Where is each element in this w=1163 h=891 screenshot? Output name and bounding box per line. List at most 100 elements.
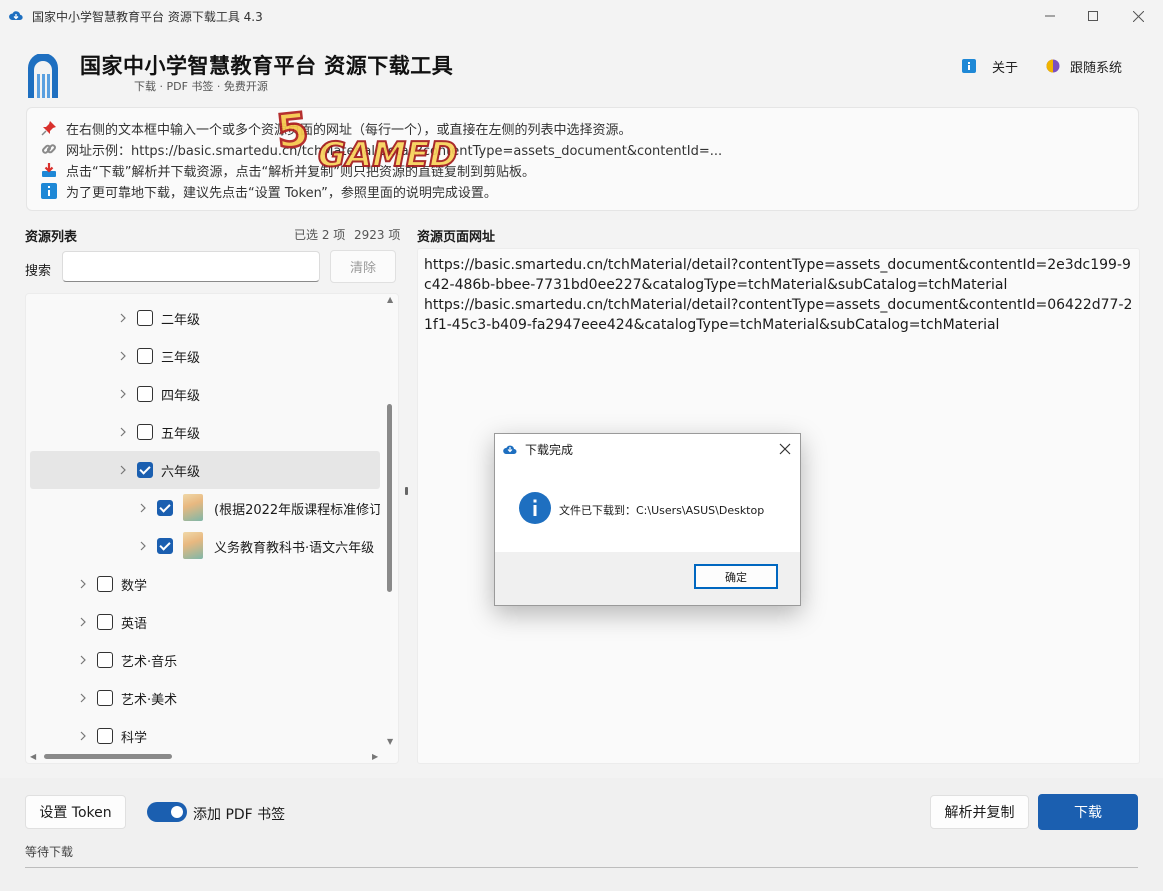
minimize-button[interactable]	[1027, 0, 1073, 32]
tree-item[interactable]: 二年级	[30, 299, 380, 337]
checkbox[interactable]	[97, 576, 113, 592]
chevron-right-icon[interactable]	[138, 539, 148, 553]
tree-item-label: 数学	[121, 579, 148, 594]
checkbox[interactable]	[137, 424, 153, 440]
checkbox[interactable]	[97, 652, 113, 668]
watermark-logo: 5 GAMED	[273, 104, 459, 176]
tree-item[interactable]: 科学	[30, 717, 380, 755]
checkbox[interactable]	[97, 728, 113, 744]
tree-item-label: 艺术·音乐	[121, 655, 178, 670]
tree-item[interactable]: 艺术·美术	[30, 679, 380, 717]
status-text: 等待下载	[25, 845, 74, 859]
about-label: 关于	[992, 60, 1019, 76]
tree-item[interactable]: 四年级	[30, 375, 380, 413]
checkbox[interactable]	[137, 310, 153, 326]
info-icon	[41, 183, 57, 199]
book-cover-thumbnail	[183, 494, 203, 521]
ok-button[interactable]: 确定	[694, 564, 778, 589]
chevron-right-icon[interactable]	[78, 653, 88, 667]
maximize-button[interactable]	[1070, 0, 1116, 32]
pin-icon	[41, 120, 57, 136]
tree-item-label: 艺术·美术	[121, 693, 178, 708]
tree-item[interactable]: 英语	[30, 603, 380, 641]
theme-icon	[1046, 59, 1060, 73]
close-icon[interactable]	[776, 440, 794, 458]
progress-bar	[25, 867, 1138, 868]
checkbox[interactable]	[97, 614, 113, 630]
download-icon	[41, 162, 57, 178]
download-complete-dialog: 下载完成 文件已下载到：C:\Users\ASUS\Desktop 确定	[494, 433, 801, 606]
tree-item-label: 六年级	[161, 465, 201, 480]
tree-item-label: 英语	[121, 617, 148, 632]
info-icon	[519, 492, 551, 524]
checkbox[interactable]	[157, 500, 173, 516]
tree-item-label: 二年级	[161, 313, 201, 328]
about-button[interactable]: 关于	[962, 54, 1018, 78]
chevron-right-icon[interactable]	[118, 387, 128, 401]
tree-item-label: 五年级	[161, 427, 201, 442]
tree-item-label: 三年级	[161, 351, 201, 366]
tree-item-label: (根据2022年版课程标准修订)	[214, 503, 380, 518]
url-text: https://basic.smartedu.cn/tchMaterial/de…	[424, 257, 1133, 333]
instructions-panel: 在右侧的文本框中输入一个或多个资源页面的网址（每行一个），或直接在左侧的列表中选…	[26, 107, 1139, 211]
theme-label: 跟随系统	[1070, 60, 1123, 76]
minimize-icon	[1045, 15, 1055, 17]
svg-text:5: 5	[274, 104, 311, 159]
book-cover-thumbnail	[183, 532, 203, 559]
set-token-button[interactable]: 设置 Token	[25, 795, 126, 829]
resource-list-title: 资源列表	[25, 230, 78, 245]
app-title: 国家中小学智慧教育平台 资源下载工具	[80, 54, 454, 78]
title-bar: 国家中小学智慧教育平台 资源下载工具 4.3	[0, 0, 1163, 32]
checkbox[interactable]	[137, 348, 153, 364]
checkbox[interactable]	[157, 538, 173, 554]
chevron-right-icon[interactable]	[78, 691, 88, 705]
checkbox[interactable]	[137, 386, 153, 402]
pdf-bookmark-toggle[interactable]	[147, 802, 187, 822]
chevron-right-icon[interactable]	[78, 615, 88, 629]
chevron-right-icon[interactable]	[118, 311, 128, 325]
resource-tree[interactable]: 二年级 三年级 四年级 五年级 六年级 (根据2022年版课程标准修订) 义务教…	[25, 293, 399, 764]
tree-item[interactable]: 义务教育教科书·语文六年级	[30, 527, 380, 565]
scroll-right-arrow-icon[interactable]: ▶	[372, 752, 378, 761]
download-button[interactable]: 下载	[1038, 794, 1138, 830]
cloud-download-icon	[503, 445, 517, 454]
tree-item[interactable]: (根据2022年版课程标准修订)	[30, 489, 380, 527]
app-logo	[28, 54, 58, 98]
chevron-right-icon[interactable]	[118, 425, 128, 439]
vertical-scrollbar-thumb[interactable]	[387, 404, 392, 592]
dialog-title-bar: 下载完成	[495, 434, 800, 464]
url-panel-title: 资源页面网址	[417, 230, 496, 245]
tree-item[interactable]: 数学	[30, 565, 380, 603]
parse-copy-button[interactable]: 解析并复制	[930, 795, 1029, 829]
total-count: 2923 项	[354, 228, 401, 242]
scroll-down-arrow-icon[interactable]: ▼	[387, 737, 393, 746]
toggle-knob	[171, 806, 183, 818]
close-icon	[1132, 10, 1144, 22]
horizontal-scrollbar-thumb[interactable]	[44, 754, 172, 759]
dialog-title: 下载完成	[525, 443, 574, 457]
chevron-right-icon[interactable]	[118, 463, 128, 477]
svg-text:GAMED: GAMED	[318, 135, 458, 175]
chevron-right-icon[interactable]	[118, 349, 128, 363]
scroll-left-arrow-icon[interactable]: ◀	[30, 752, 36, 761]
search-input[interactable]	[62, 251, 320, 282]
chevron-right-icon[interactable]	[78, 577, 88, 591]
info-icon	[962, 59, 976, 73]
theme-button[interactable]: 跟随系统	[1046, 54, 1122, 78]
dialog-message: 文件已下载到：C:\Users\ASUS\Desktop	[559, 504, 765, 517]
chevron-right-icon[interactable]	[78, 729, 88, 743]
tree-item[interactable]: 五年级	[30, 413, 380, 451]
maximize-icon	[1088, 11, 1098, 21]
scroll-up-arrow-icon[interactable]: ▲	[387, 295, 393, 304]
clear-button[interactable]: 清除	[330, 250, 396, 283]
panel-splitter-handle[interactable]	[405, 487, 408, 495]
app-subtitle: 下载 · PDF 书签 · 免费开源	[134, 80, 268, 93]
close-button[interactable]	[1115, 0, 1161, 32]
checkbox[interactable]	[137, 462, 153, 478]
tree-item[interactable]: 三年级	[30, 337, 380, 375]
checkbox[interactable]	[97, 690, 113, 706]
tree-item[interactable]: 六年级	[30, 451, 380, 489]
search-label: 搜索	[25, 264, 52, 279]
tree-item[interactable]: 艺术·音乐	[30, 641, 380, 679]
chevron-right-icon[interactable]	[138, 501, 148, 515]
